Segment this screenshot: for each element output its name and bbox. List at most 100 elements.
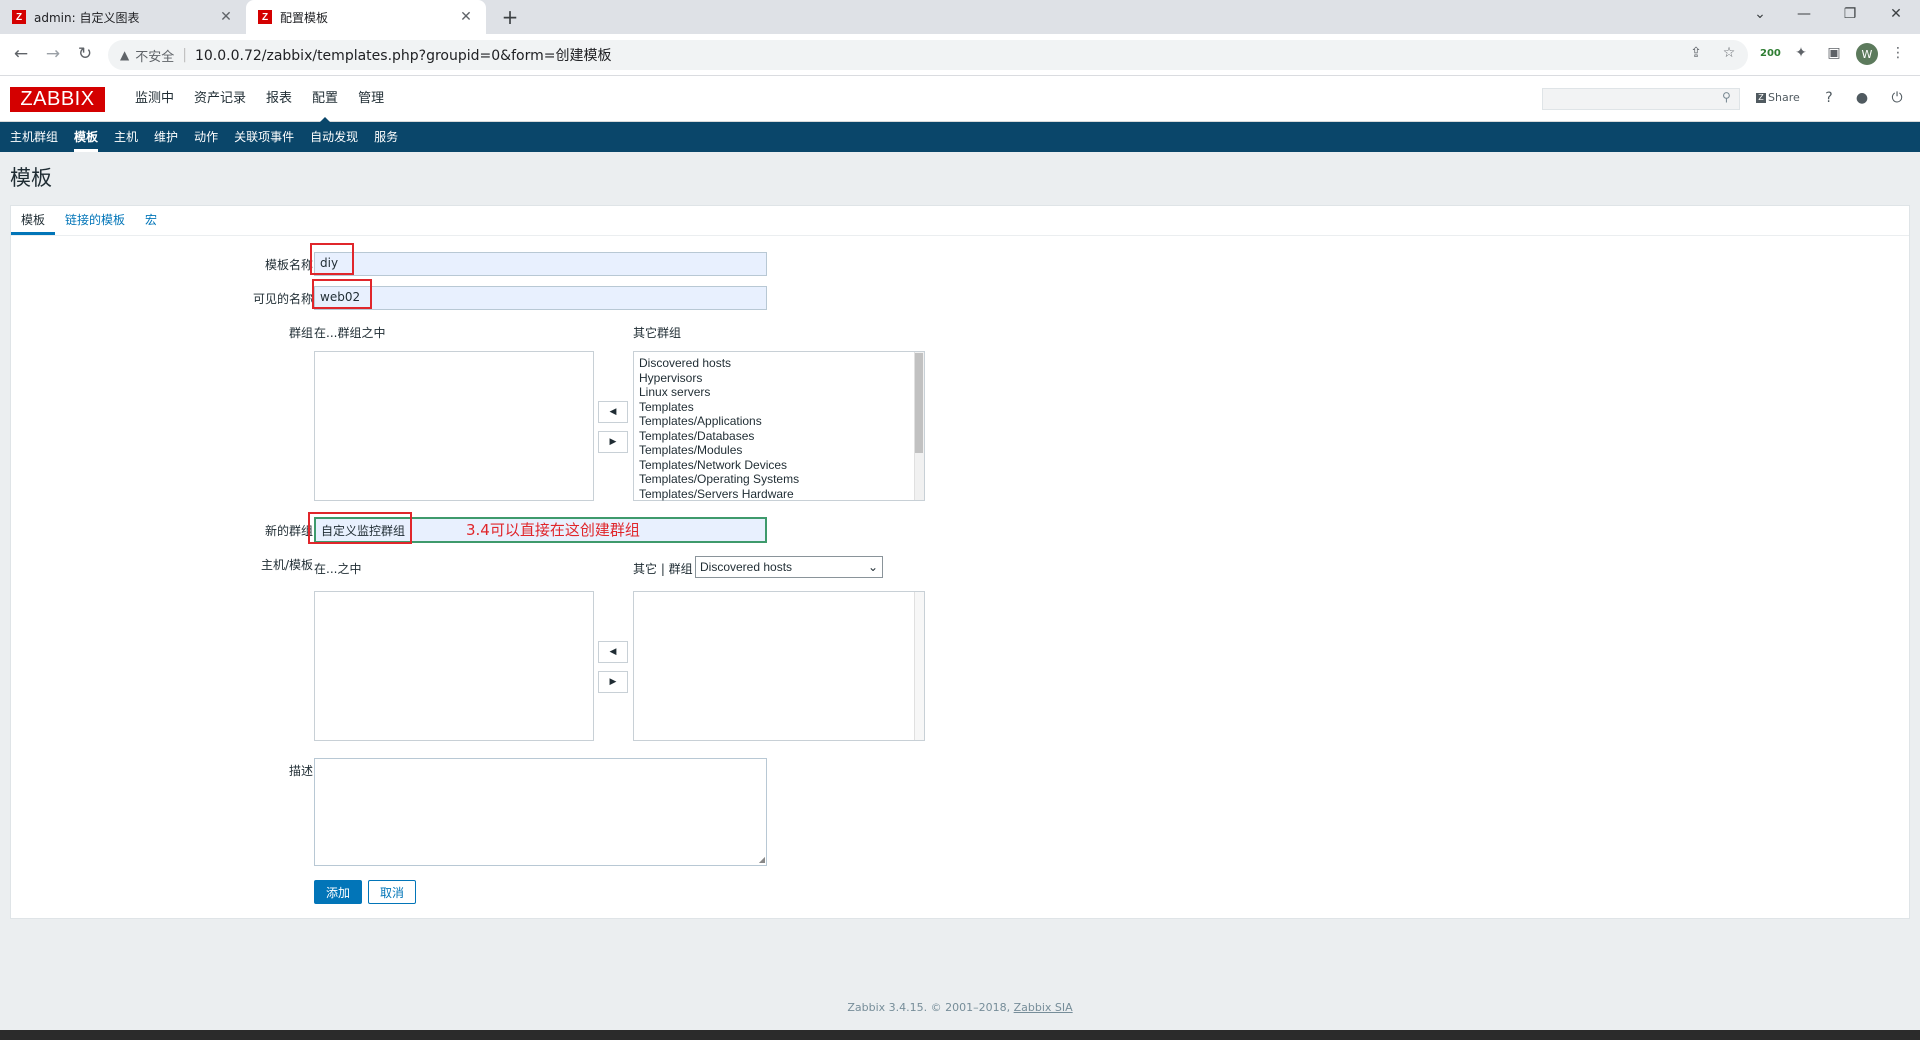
- close-icon[interactable]: ✕: [218, 9, 234, 25]
- address-bar: ← → ↻ ▲ 不安全 | 10.0.0.72/zabbix/templates…: [0, 34, 1920, 76]
- groups-label: 群组: [288, 326, 313, 340]
- other-hosts-listbox[interactable]: [633, 591, 925, 741]
- other-hosts-label: 其它 | 群组: [633, 562, 693, 576]
- page-title: 模板: [10, 166, 52, 190]
- search-icon[interactable]: ⚲: [1722, 90, 1731, 104]
- taskbar: [0, 1030, 1920, 1040]
- form-tabs: 模板 链接的模板 宏: [11, 206, 1909, 236]
- subnav-host-groups[interactable]: 主机群组: [2, 122, 66, 152]
- highlight-box: [308, 512, 412, 544]
- annotation-text: 3.4可以直接在这创建群组: [466, 521, 640, 539]
- in-hosts-listbox[interactable]: [314, 591, 594, 741]
- new-group-label: 新的群组: [264, 524, 313, 538]
- help-icon[interactable]: ?: [1820, 90, 1838, 106]
- select-value: Discovered hosts: [700, 560, 793, 574]
- profile-avatar[interactable]: W: [1856, 43, 1878, 65]
- list-item[interactable]: Templates/Modules: [639, 443, 924, 458]
- list-item[interactable]: Templates/Network Devices: [639, 458, 924, 473]
- list-item[interactable]: Templates/Applications: [639, 414, 924, 429]
- subnav-templates[interactable]: 模板: [66, 122, 106, 152]
- extension-badge[interactable]: 200: [1760, 48, 1781, 59]
- move-right-button[interactable]: ▶: [598, 431, 628, 453]
- subnav-correlation[interactable]: 关联项事件: [226, 122, 302, 152]
- footer-link[interactable]: Zabbix SIA: [1014, 1001, 1073, 1014]
- zabbix-logo[interactable]: ZABBIX: [10, 87, 105, 112]
- logout-icon[interactable]: ⏻: [1888, 90, 1906, 106]
- menu-reports[interactable]: 报表: [256, 76, 302, 122]
- global-search-input[interactable]: [1542, 88, 1740, 110]
- url-separator: |: [182, 47, 187, 63]
- window-close-icon[interactable]: ✕: [1884, 6, 1908, 22]
- share-z-icon: Z: [1756, 92, 1766, 103]
- subnav-hosts[interactable]: 主机: [106, 122, 146, 152]
- browser-tab-1[interactable]: Z admin: 自定义图表 ✕: [0, 0, 246, 34]
- list-item[interactable]: Templates/Databases: [639, 429, 924, 444]
- url-text: 10.0.0.72/zabbix/templates.php?groupid=0…: [194, 48, 612, 64]
- footer: Zabbix 3.4.15. © 2001–2018, Zabbix SIA: [0, 1001, 1920, 1014]
- list-item[interactable]: Hypervisors: [639, 371, 924, 386]
- sub-navigation: 主机群组 模板 主机 维护 动作 关联项事件 自动发现 服务: [0, 122, 1920, 152]
- url-field[interactable]: ▲ 不安全 | 10.0.0.72/zabbix/templates.php?g…: [108, 40, 1748, 70]
- restore-icon[interactable]: ❐: [1838, 6, 1862, 22]
- zabbix-favicon-icon: Z: [12, 10, 26, 24]
- share-button[interactable]: Z Share: [1756, 91, 1800, 104]
- close-icon[interactable]: ✕: [458, 9, 474, 25]
- warning-icon[interactable]: ▲: [120, 48, 129, 62]
- zabbix-favicon-icon: Z: [258, 10, 272, 24]
- template-form-panel: 模板 链接的模板 宏 模板名称 diy 可见的名称 web02 群组 在...群…: [10, 205, 1910, 919]
- other-groups-listbox[interactable]: Discovered hosts Hypervisors Linux serve…: [633, 351, 925, 501]
- host-group-select[interactable]: Discovered hosts ⌄: [695, 556, 883, 578]
- listbox-scrollbar[interactable]: [914, 352, 924, 500]
- scrollbar-thumb[interactable]: [915, 353, 923, 453]
- side-panel-icon[interactable]: ▣: [1824, 45, 1844, 61]
- description-textarea[interactable]: ◢: [314, 758, 767, 866]
- in-groups-label: 在...群组之中: [314, 326, 386, 340]
- bookmark-star-icon[interactable]: ☆: [1719, 45, 1739, 61]
- user-profile-icon[interactable]: ●: [1853, 90, 1871, 106]
- list-item[interactable]: Discovered hosts: [639, 356, 924, 371]
- list-item[interactable]: Templates/Operating Systems: [639, 472, 924, 487]
- in-hosts-label: 在...之中: [314, 562, 362, 576]
- browser-tab-2[interactable]: Z 配置模板 ✕: [246, 0, 486, 34]
- subnav-services[interactable]: 服务: [366, 122, 406, 152]
- forward-icon[interactable]: →: [42, 44, 64, 64]
- subnav-maintenance[interactable]: 维护: [146, 122, 186, 152]
- template-name-label: 模板名称: [264, 258, 313, 272]
- tab-search-icon[interactable]: ⌄: [1748, 6, 1772, 22]
- tab-title: 配置模板: [280, 10, 329, 25]
- menu-administration[interactable]: 管理: [348, 76, 394, 122]
- tab-template[interactable]: 模板: [11, 206, 56, 235]
- new-tab-icon[interactable]: +: [498, 5, 522, 29]
- menu-monitoring[interactable]: 监测中: [125, 76, 184, 122]
- share-page-icon[interactable]: ⇪: [1686, 45, 1706, 61]
- list-item[interactable]: Linux servers: [639, 385, 924, 400]
- zabbix-header: ZABBIX 监测中 资产记录 报表 配置 管理 ⚲ Z Share ? ● ⏻: [0, 76, 1920, 122]
- move-left-button[interactable]: ◀: [598, 401, 628, 423]
- minimize-icon[interactable]: —: [1792, 6, 1816, 22]
- move-left-button[interactable]: ◀: [598, 641, 628, 663]
- browser-tab-bar: Z admin: 自定义图表 ✕ Z 配置模板 ✕ + ⌄ — ❐ ✕: [0, 0, 1920, 34]
- tab-macros[interactable]: 宏: [135, 206, 167, 235]
- more-menu-icon[interactable]: ⋮: [1888, 45, 1908, 61]
- template-name-input[interactable]: diy: [314, 252, 767, 276]
- security-label: 不安全: [135, 49, 175, 65]
- move-right-button[interactable]: ▶: [598, 671, 628, 693]
- menu-inventory[interactable]: 资产记录: [184, 76, 256, 122]
- list-item[interactable]: Templates/Servers Hardware: [639, 487, 924, 502]
- subnav-discovery[interactable]: 自动发现: [302, 122, 366, 152]
- visible-name-input[interactable]: web02: [314, 286, 767, 310]
- listbox-scrollbar[interactable]: [914, 592, 924, 740]
- highlight-box: [312, 279, 372, 309]
- tab-linked-templates[interactable]: 链接的模板: [55, 206, 135, 235]
- resize-grip-icon[interactable]: ◢: [759, 855, 765, 864]
- extensions-puzzle-icon[interactable]: ✦: [1791, 45, 1811, 61]
- list-item[interactable]: Templates: [639, 400, 924, 415]
- menu-configuration[interactable]: 配置: [302, 76, 348, 122]
- add-button[interactable]: 添加: [314, 880, 362, 904]
- in-groups-listbox[interactable]: [314, 351, 594, 501]
- back-icon[interactable]: ←: [10, 44, 32, 64]
- reload-icon[interactable]: ↻: [74, 44, 96, 64]
- cancel-button[interactable]: 取消: [368, 880, 416, 904]
- description-label: 描述: [288, 764, 313, 778]
- subnav-actions[interactable]: 动作: [186, 122, 226, 152]
